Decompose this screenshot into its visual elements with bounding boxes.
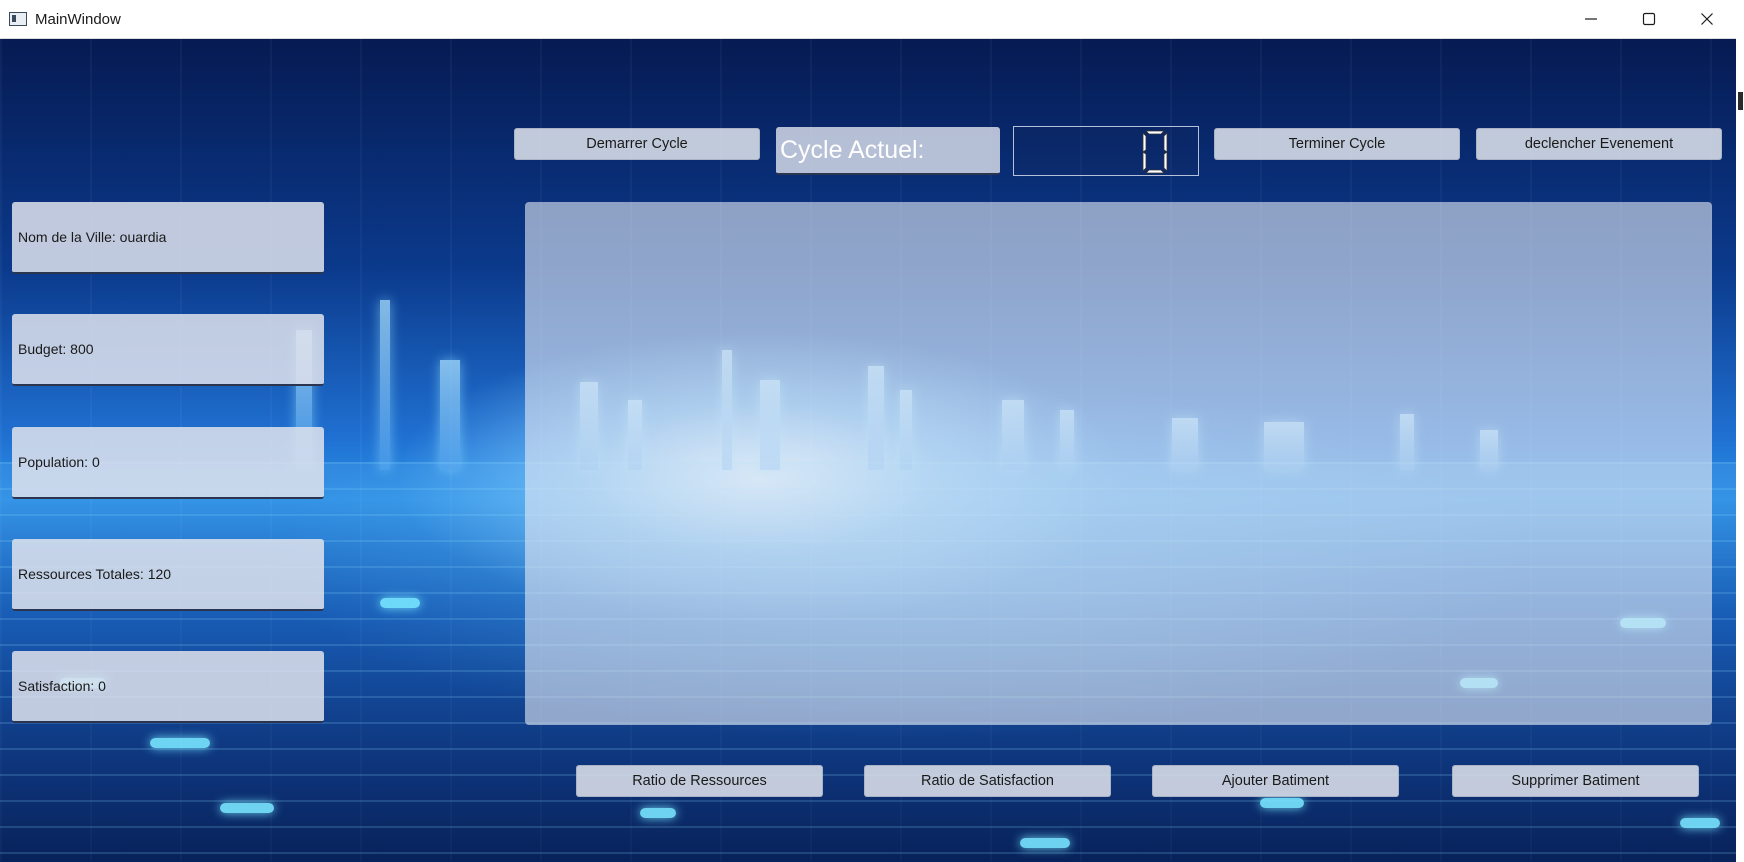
add-building-button[interactable]: Ajouter Batiment xyxy=(1152,765,1399,797)
window-title: MainWindow xyxy=(35,10,121,28)
minimize-icon xyxy=(1585,18,1597,20)
app-icon xyxy=(9,12,27,26)
city-name-label: Nom de la Ville: ouardia xyxy=(12,202,324,274)
close-button[interactable] xyxy=(1678,0,1736,38)
window-controls xyxy=(1562,0,1736,38)
start-cycle-button[interactable]: Demarrer Cycle xyxy=(514,128,760,160)
budget-label: Budget: 800 xyxy=(12,314,324,386)
trigger-event-button[interactable]: declencher Evenement xyxy=(1476,128,1722,160)
lcd-digit xyxy=(1142,130,1168,174)
end-cycle-button[interactable]: Terminer Cycle xyxy=(1214,128,1460,160)
resource-ratio-button[interactable]: Ratio de Ressources xyxy=(576,765,823,797)
main-window: MainWindow Demarrer Cycle Cycle Actuel: … xyxy=(0,0,1744,862)
minimize-button[interactable] xyxy=(1562,0,1620,38)
maximize-button[interactable] xyxy=(1620,0,1678,38)
population-label: Population: 0 xyxy=(12,427,324,499)
window-edge xyxy=(1736,0,1744,862)
title-bar: MainWindow xyxy=(0,0,1736,39)
city-view-panel[interactable] xyxy=(525,202,1712,725)
cycle-lcd-display: 0 xyxy=(1013,126,1199,176)
remove-building-button[interactable]: Supprimer Batiment xyxy=(1452,765,1699,797)
satisfaction-label: Satisfaction: 0 xyxy=(12,651,324,723)
close-icon xyxy=(1701,13,1713,25)
maximize-icon xyxy=(1642,12,1656,26)
current-cycle-label: Cycle Actuel: xyxy=(776,127,1000,175)
satisfaction-ratio-button[interactable]: Ratio de Satisfaction xyxy=(864,765,1111,797)
resources-label: Ressources Totales: 120 xyxy=(12,539,324,611)
